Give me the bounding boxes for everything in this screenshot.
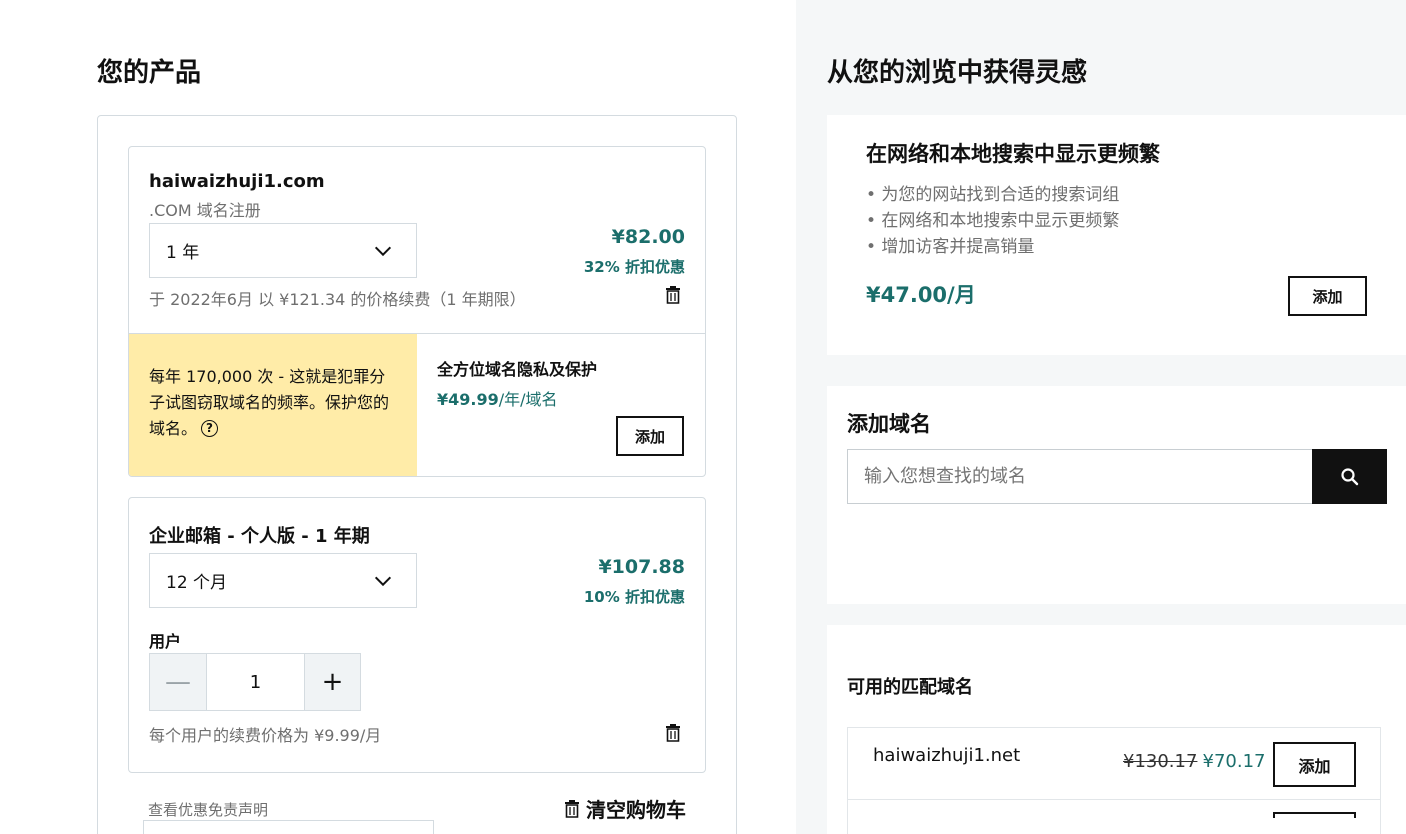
match-old-price: ¥130.17 (1123, 751, 1198, 772)
domain-term-value: 1 年 (166, 243, 200, 263)
match-domain-name: haiwaizhuji1.net (873, 745, 1021, 766)
domain-discount: 32% 折扣优惠 (583, 258, 685, 276)
domain-name: haiwaizhuji1.com (149, 171, 325, 192)
email-title: 企业邮箱 - 个人版 - 1 年期 (149, 526, 370, 547)
help-circle-icon[interactable]: ? (201, 420, 219, 437)
domain-subtitle: .COM 域名注册 (149, 201, 261, 220)
add-match-button[interactable]: 添加 (1273, 742, 1356, 787)
email-cart-item: 企业邮箱 - 个人版 - 1 年期 12 个月 ¥107.88 10% 折扣优惠… (128, 497, 706, 773)
domain-price: ¥82.00 (611, 226, 685, 248)
cart-panel: haiwaizhuji1.com .COM 域名注册 1 年 ¥82.00 32… (97, 115, 737, 834)
match-price: ¥130.17 ¥70.17 (1123, 751, 1266, 772)
domain-term-select[interactable]: 1 年 (149, 223, 417, 278)
hidden-card-edge (143, 820, 434, 834)
add-seo-button[interactable]: 添加 (1288, 276, 1367, 316)
add-match-button-partial[interactable] (1273, 812, 1356, 818)
matching-domains-title: 可用的匹配域名 (847, 677, 973, 698)
seo-bullet-1: • 为您的网站找到合适的搜索词组 (866, 185, 1120, 205)
chevron-down-icon (374, 246, 392, 257)
match-new-price: ¥70.17 (1202, 751, 1266, 772)
plus-icon[interactable]: + (304, 654, 360, 710)
email-discount: 10% 折扣优惠 (583, 588, 685, 606)
privacy-promo-banner: 每年 170,000 次 - 这就是犯罪分子试图窃取域名的频率。保护您的域名。? (129, 333, 417, 476)
user-count[interactable]: 1 (206, 654, 304, 710)
privacy-offer: 全方位域名隐私及保护 ¥49.99/年/域名 添加 (417, 333, 705, 476)
add-domain-title: 添加域名 (847, 412, 931, 436)
privacy-promo-text: 每年 170,000 次 - 这就是犯罪分子试图窃取域名的频率。保护您的域名。? (149, 367, 390, 438)
trash-icon[interactable] (665, 286, 681, 304)
list-item (847, 799, 1381, 834)
seo-bullet-2: • 在网络和本地搜索中显示更频繁 (866, 211, 1120, 231)
list-item: haiwaizhuji1.net ¥130.17 ¥70.17 添加 (847, 727, 1381, 800)
disclaimer-link[interactable]: 查看优惠免责声明 (148, 799, 268, 820)
domain-renewal-note: 于 2022年6月 以 ¥121.34 的价格续费（1 年期限） (149, 290, 526, 309)
seo-title: 在网络和本地搜索中显示更频繁 (866, 142, 1160, 166)
users-label: 用户 (149, 632, 182, 651)
search-button[interactable] (1312, 449, 1387, 504)
clear-cart-label: 清空购物车 (586, 798, 686, 822)
user-quantity-stepper: — 1 + (149, 653, 361, 711)
email-renewal-note: 每个用户的续费价格为 ¥9.99/月 (149, 726, 382, 745)
recommendations-title: 从您的浏览中获得灵感 (827, 58, 1088, 88)
clear-cart-button[interactable]: 清空购物车 (564, 794, 686, 823)
minus-icon[interactable]: — (150, 654, 206, 710)
domain-search-input[interactable] (847, 449, 1313, 504)
chevron-down-icon (374, 576, 392, 587)
add-privacy-button[interactable]: 添加 (616, 416, 684, 456)
page-title: 您的产品 (97, 58, 202, 88)
email-term-value: 12 个月 (166, 573, 228, 593)
search-icon (1340, 467, 1358, 485)
seo-offer-card: 在网络和本地搜索中显示更频繁 • 为您的网站找到合适的搜索词组 • 在网络和本地… (827, 115, 1406, 355)
privacy-title: 全方位域名隐私及保护 (437, 360, 598, 379)
cart-column: 您的产品 haiwaizhuji1.com .COM 域名注册 1 年 ¥82.… (0, 0, 796, 834)
seo-price: ¥47.00/月 (866, 283, 976, 307)
email-term-select[interactable]: 12 个月 (149, 553, 417, 608)
domain-cart-item: haiwaizhuji1.com .COM 域名注册 1 年 ¥82.00 32… (128, 146, 706, 477)
seo-bullet-3: • 增加访客并提高销量 (866, 237, 1035, 257)
trash-icon (565, 799, 579, 818)
email-price: ¥107.88 (598, 556, 685, 578)
privacy-price: ¥49.99/年/域名 (437, 390, 558, 409)
trash-icon[interactable] (665, 724, 681, 742)
